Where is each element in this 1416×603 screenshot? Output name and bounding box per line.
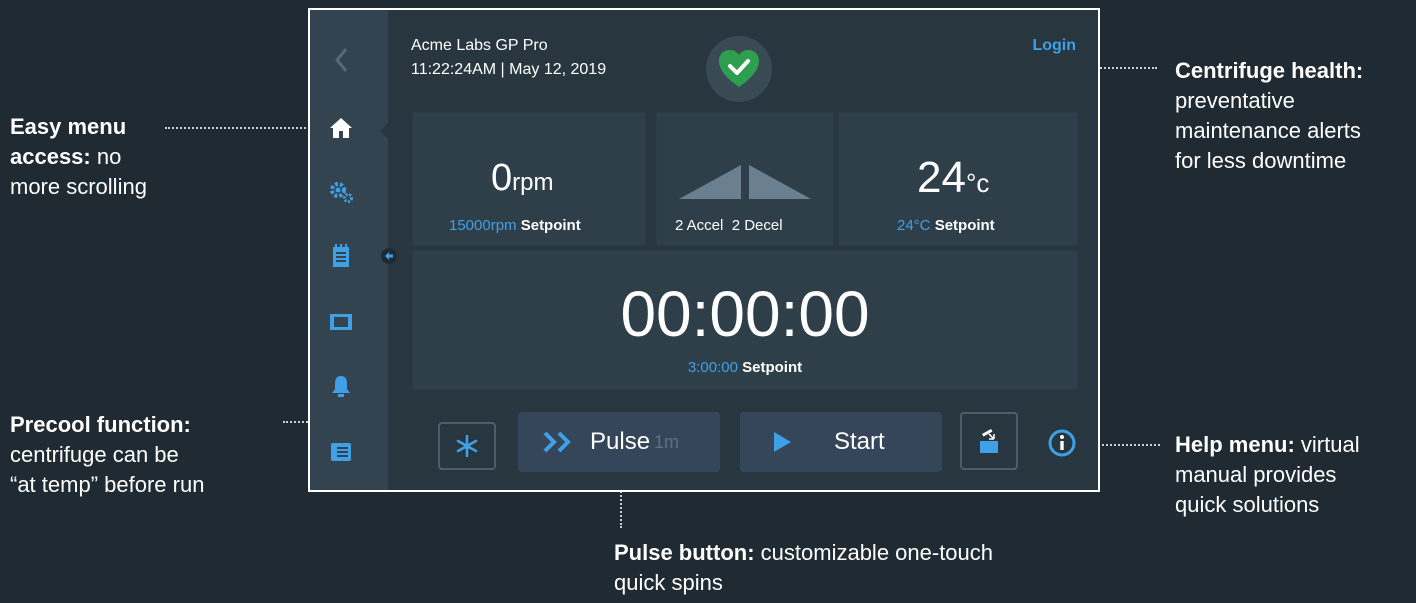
info-icon: [1048, 429, 1076, 457]
settings-icon: [330, 182, 353, 203]
temperature-setpoint: 24°C Setpoint: [897, 217, 995, 234]
temperature-setpoint-label: Setpoint: [934, 217, 995, 234]
pulse-button[interactable]: Pulse 1m: [518, 412, 720, 472]
ramp-icon: [679, 165, 811, 199]
annotation-menu-text2: more scrolling: [10, 174, 147, 199]
arrow-left-icon: [385, 252, 393, 260]
double-chevron-icon: [543, 431, 571, 453]
sidebar-item-media[interactable]: [310, 302, 372, 342]
annotation-health-title: Centrifuge health:: [1175, 58, 1364, 83]
sidebar-item-alerts[interactable]: [310, 366, 372, 406]
help-button[interactable]: [1048, 429, 1076, 457]
timer-setpoint-value: 3:00:00: [687, 359, 738, 376]
speed-setpoint-value: 15000rpm: [449, 217, 517, 234]
login-link[interactable]: Login: [1032, 37, 1076, 55]
datetime: 11:22:24AM | May 12, 2019: [411, 61, 607, 78]
speed-value: 0: [491, 157, 513, 199]
timer-setpoint: 3:00:00 Setpoint: [413, 359, 1077, 376]
timer-value: 00:00:00: [620, 278, 870, 350]
annotation-help: Help menu: virtual manual provides quick…: [1175, 430, 1360, 520]
annotation-precool-text: centrifuge can be: [10, 442, 179, 467]
speed-readout: 0rpm: [491, 157, 553, 200]
annotation-menu-title2: access:: [10, 144, 91, 169]
speed-setpoint-label: Setpoint: [520, 217, 581, 234]
film-icon: [330, 314, 352, 330]
timer-panel: 00:00:00 3:00:00 Setpoint: [412, 250, 1078, 390]
annotation-pulse: Pulse button: customizable one-touch qui…: [614, 538, 993, 598]
temperature-unit: °c: [965, 168, 990, 198]
temperature-value: 24: [917, 153, 966, 202]
speed-unit: rpm: [512, 169, 554, 196]
annotation-help-text2: manual provides: [1175, 462, 1337, 487]
app-name: Acme Labs GP Pro: [411, 37, 548, 54]
annotation-help-text3: quick solutions: [1175, 492, 1320, 517]
annotation-help-text: virtual: [1294, 432, 1360, 457]
bell-icon: [332, 376, 350, 397]
precool-button[interactable]: [438, 422, 496, 470]
speed-panel: 0rpm 15000rpm Setpoint: [412, 112, 646, 246]
temperature-setpoint-value: 24°C: [897, 217, 931, 234]
annotation-pulse-text2: quick spins: [614, 570, 723, 595]
health-status-button[interactable]: [706, 36, 772, 102]
annotation-help-title: Help menu:: [1175, 432, 1295, 457]
annotation-pulse-title: Pulse button:: [614, 540, 755, 565]
annotation-precool-title: Precool function:: [10, 412, 191, 437]
ramp-panel[interactable]: 2 Accel 2 Decel: [656, 112, 834, 246]
decel-value: 2 Decel: [731, 217, 783, 234]
back-icon: [335, 48, 348, 72]
start-label: Start: [834, 428, 885, 455]
snowflake-icon: [456, 435, 478, 457]
annotation-health-text2: maintenance alerts: [1175, 118, 1361, 143]
play-icon: [774, 432, 791, 452]
annotation-menu: Easy menu access: no more scrolling: [10, 112, 147, 202]
collapse-menu-button[interactable]: [381, 248, 397, 264]
pulse-label: Pulse: [590, 428, 651, 455]
annotation-health-text3: for less downtime: [1175, 148, 1347, 173]
annotation-health: Centrifuge health: preventative maintena…: [1175, 56, 1363, 176]
sidebar: [310, 10, 388, 490]
sidebar-item-settings[interactable]: [310, 172, 372, 212]
sidebar-item-methods[interactable]: [310, 236, 372, 276]
annotation-health-text: preventative: [1175, 88, 1295, 113]
lid-open-icon: [980, 429, 998, 453]
back-button[interactable]: [310, 40, 372, 80]
annotation-menu-title: Easy menu: [10, 114, 127, 139]
program-icon: [331, 443, 351, 461]
annotation-pulse-text: customizable one-touch: [754, 540, 994, 565]
home-icon: [330, 118, 352, 138]
annotation-precool: Precool function: centrifuge can be “at …: [10, 410, 204, 500]
annotation-menu-text: no: [90, 144, 122, 169]
active-item-indicator: [380, 121, 390, 141]
start-button[interactable]: Start: [740, 412, 942, 472]
speed-setpoint: 15000rpm Setpoint: [449, 217, 581, 234]
pulse-duration: 1m: [654, 431, 680, 452]
annotation-precool-text2: “at temp” before run: [10, 472, 205, 497]
temperature-readout: 24°c: [917, 153, 989, 203]
accel-value: 2 Accel: [675, 217, 724, 234]
annotation-menu-leader: [165, 127, 325, 129]
sidebar-item-programs[interactable]: [310, 432, 372, 472]
heart-check-icon: [719, 50, 759, 87]
temperature-panel: 24°c 24°C Setpoint: [838, 112, 1078, 246]
timer-setpoint-label: Setpoint: [742, 359, 803, 376]
device-screen: Acme Labs GP Pro 11:22:24AM | May 12, 20…: [308, 8, 1100, 492]
ramp-values: 2 Accel 2 Decel: [675, 217, 783, 234]
clipboard-icon: [333, 244, 349, 267]
sidebar-item-home[interactable]: [310, 108, 372, 148]
lid-open-button[interactable]: [960, 412, 1018, 470]
